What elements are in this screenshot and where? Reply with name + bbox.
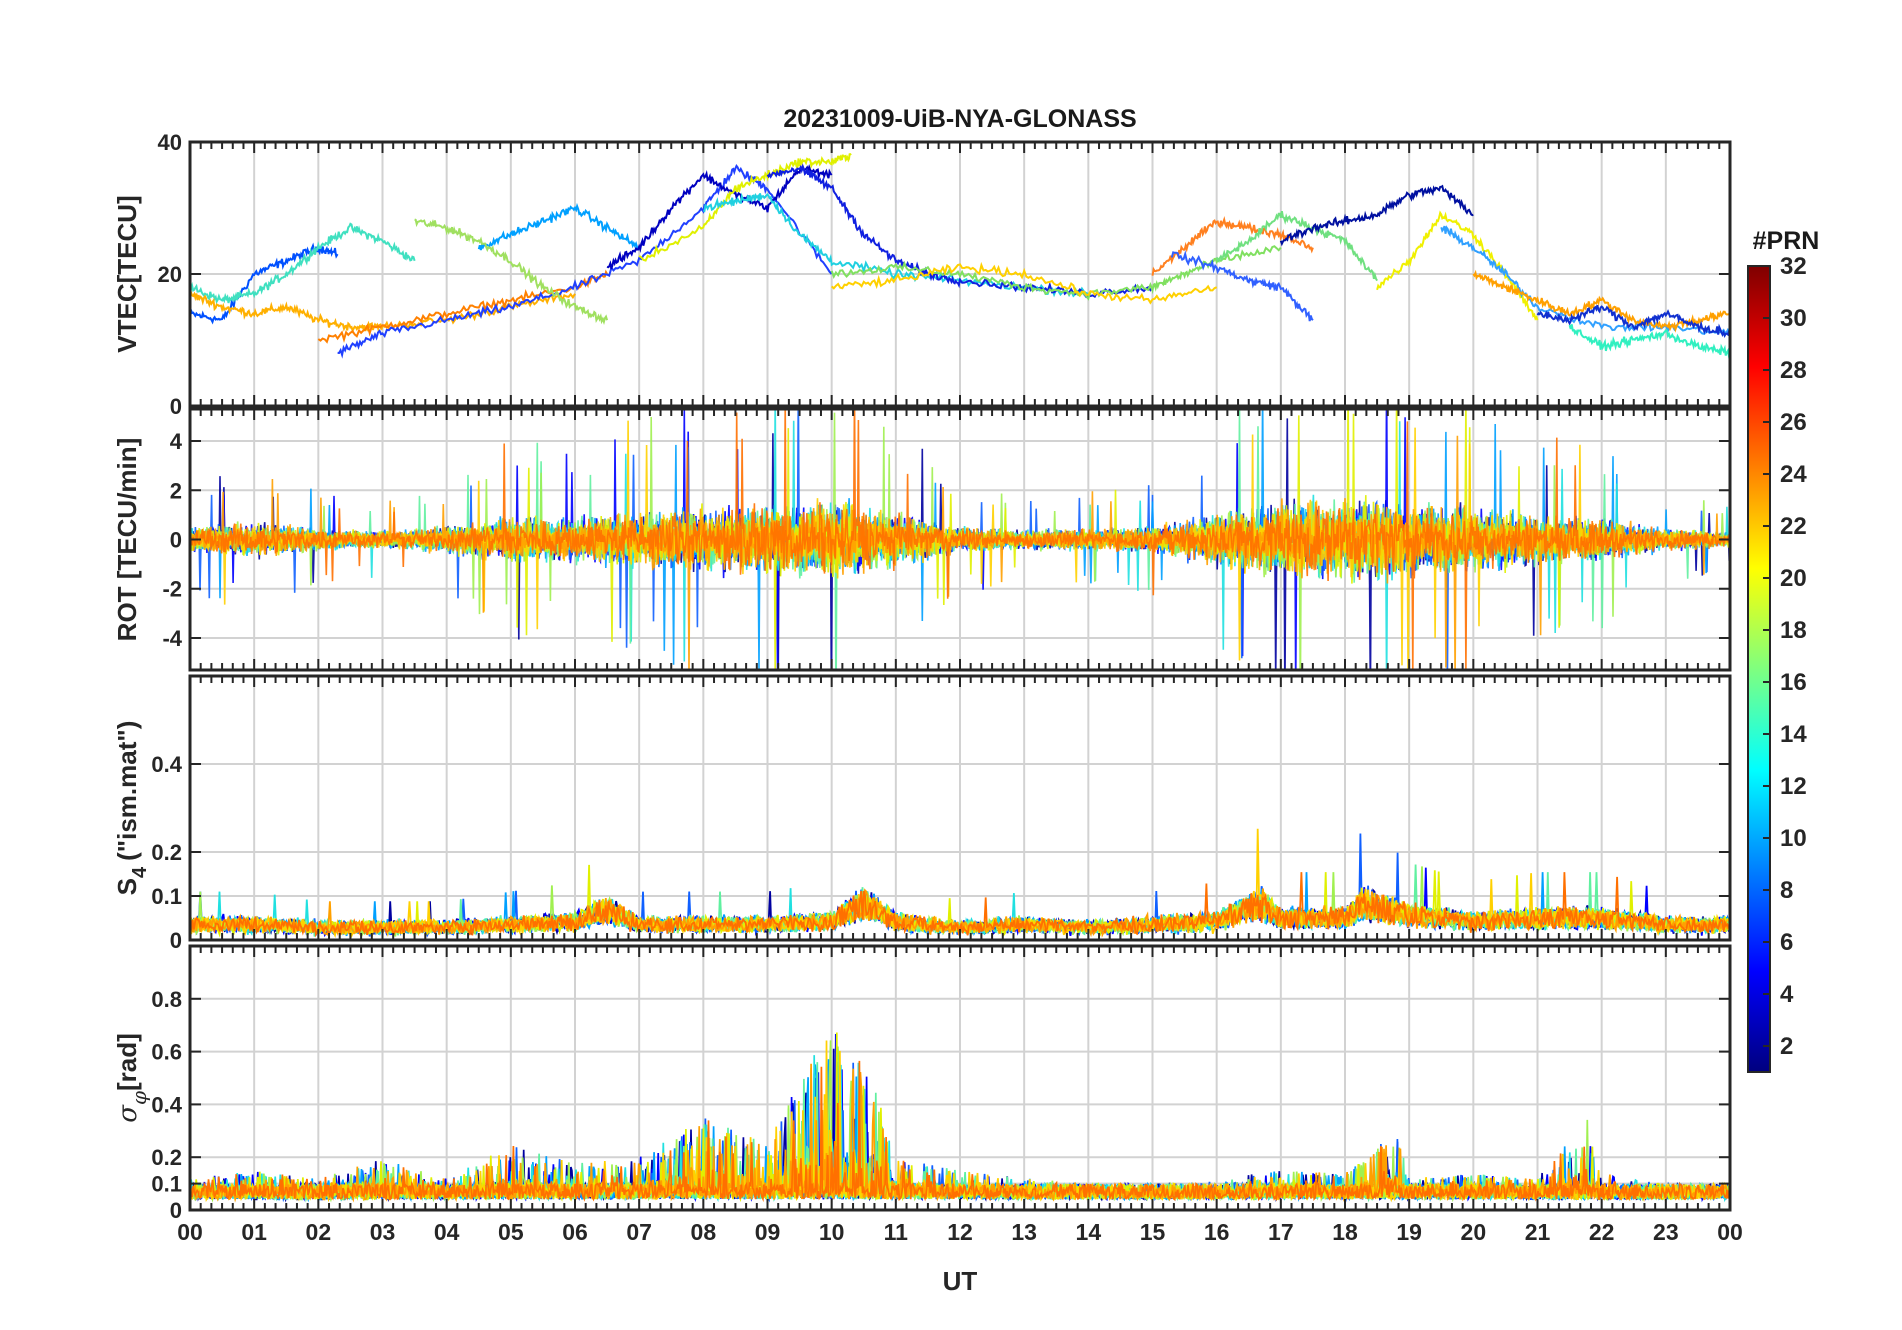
x-tick-label: 07 <box>626 1219 652 1245</box>
panel-rot: -4 -2 0 2 4 ROT [TECU/min] <box>112 407 1732 672</box>
colorbar-tick-label: 24 <box>1780 461 1807 488</box>
y-axis-label-part: [rad] <box>112 1033 142 1091</box>
colorbar-tick-label: 26 <box>1780 409 1807 436</box>
vtec-series-line-17 <box>1279 184 1474 247</box>
x-tick-label: 09 <box>755 1219 781 1245</box>
colorbar-tick-label: 18 <box>1780 617 1807 644</box>
x-tick-label: 00 <box>1717 1219 1743 1245</box>
panel-vtec: 0 20 40 VTEC[TECU] <box>112 130 1732 419</box>
x-tick-label: 10 <box>819 1219 845 1245</box>
y-tick-labels-s4: 0 0.1 0.2 0.4 <box>151 752 182 953</box>
y-tick-label: 40 <box>158 130 182 155</box>
x-tick-label: 22 <box>1589 1219 1615 1245</box>
panel-sigma_phi: 00.10.20.40.60.8σφ[rad] <box>112 944 1732 1223</box>
colorbar-tick-label: 6 <box>1780 929 1793 956</box>
colorbar-tick-label: 12 <box>1780 773 1807 800</box>
x-tick-label: 11 <box>884 1219 909 1245</box>
colorbar-tick-label: 32 <box>1780 253 1807 280</box>
y-tick-label: 0.2 <box>151 1145 182 1170</box>
colorbar-tick-label: 14 <box>1780 721 1807 748</box>
panel-s4: 0 0.1 0.2 0.4 S4 ("ism.mat") <box>112 674 1732 953</box>
y-tick-label: 0.6 <box>151 1040 182 1065</box>
y-tick-label: 2 <box>170 478 182 503</box>
y-tick-labels-rot: -4 -2 0 2 4 <box>162 429 182 651</box>
x-tick-label: 15 <box>1140 1219 1166 1245</box>
y-tick-labels-vtec: 0 20 40 <box>158 130 182 419</box>
y-axis-label-rot: ROT [TECU/min] <box>112 438 142 642</box>
y-tick-label: 0 <box>170 528 182 553</box>
x-tick-labels: 00 01 02 03 04 05 06 07 08 09 10 11 12 13 14 15 16 17 18 19… <box>177 1219 1743 1245</box>
y-tick-label: 0 <box>170 928 182 953</box>
x-tick-label: 19 <box>1396 1219 1422 1245</box>
x-tick-label: 05 <box>498 1219 524 1245</box>
colorbar-tick-label: 2 <box>1780 1033 1793 1060</box>
x-tick-label: 01 <box>241 1219 267 1245</box>
colorbar-gradient <box>1747 265 1771 1073</box>
colorbar: #PRN 2468101214161820222426283032 <box>1747 227 1820 1073</box>
colorbar-tick-label: 10 <box>1780 825 1807 852</box>
x-tick-label: 21 <box>1525 1219 1551 1245</box>
y-tick-label: 0.4 <box>151 1092 182 1117</box>
x-tick-label: 14 <box>1076 1219 1102 1245</box>
y-axis-label-part: 4 <box>129 866 151 878</box>
x-tick-label: 06 <box>562 1219 588 1245</box>
vtec-series-line-9 <box>638 153 852 262</box>
x-tick-label: 20 <box>1461 1219 1487 1245</box>
x-tick-label: 04 <box>434 1219 460 1245</box>
y-tick-label: 0 <box>170 394 182 419</box>
y-tick-label: 20 <box>158 262 182 287</box>
y-tick-label: 0.1 <box>151 1172 182 1197</box>
vtec-series-line-14 <box>1151 215 1314 276</box>
colorbar-label: #PRN <box>1753 227 1820 255</box>
y-tick-label: 4 <box>170 429 183 454</box>
vtec-series-line-15 <box>1170 250 1314 322</box>
colorbar-tick-label: 28 <box>1780 357 1807 384</box>
colorbar-tick-label: 20 <box>1780 565 1807 592</box>
vtec-series-line-4 <box>317 269 608 344</box>
y-tick-labels-sigma_phi: 00.10.20.40.60.8 <box>151 987 182 1223</box>
y-axis-label-part: S <box>112 878 142 895</box>
x-tick-label: 08 <box>691 1219 717 1245</box>
figure-title: 20231009-UiB-NYA-GLONASS <box>783 105 1136 133</box>
y-axis-label-vtec: VTEC[TECU] <box>112 195 142 352</box>
vtec-series-line-2 <box>190 222 416 305</box>
y-tick-label: 0.8 <box>151 987 182 1012</box>
y-tick-label: 0.2 <box>151 840 182 865</box>
x-tick-label: 23 <box>1653 1219 1679 1245</box>
x-tick-label: 12 <box>947 1219 973 1245</box>
vtec-series-line-6 <box>477 202 640 251</box>
colorbar-tick-label: 30 <box>1780 305 1807 332</box>
y-axis-label-sigma_phi: σφ[rad] <box>112 1033 151 1123</box>
y-axis-label-part: ("ism.mat") <box>112 721 142 861</box>
vtec-series-line-18 <box>1376 210 1539 321</box>
grid-s4 <box>190 676 1730 941</box>
y-tick-label: 0.1 <box>151 884 182 909</box>
grid-sigma_phi <box>190 946 1730 1211</box>
y-axis-label-part: φ <box>127 1091 151 1105</box>
x-tick-label: 02 <box>306 1219 332 1245</box>
colorbar-tick-label: 16 <box>1780 669 1807 696</box>
y-tick-label: 0.4 <box>151 752 182 777</box>
x-tick-label: 03 <box>370 1219 396 1245</box>
vtec-series-line-8 <box>606 163 833 270</box>
y-axis-label-part: σ <box>113 1104 143 1123</box>
colorbar-tick-label: 8 <box>1780 877 1793 904</box>
y-tick-label: -4 <box>162 626 182 651</box>
figure: 20231009-UiB-NYA-GLONASS 02040VTEC[TECU]… <box>112 105 1820 1296</box>
colorbar-tick-label: 22 <box>1780 513 1807 540</box>
vtec-series-line-19 <box>1440 225 1730 336</box>
x-tick-label: 16 <box>1204 1219 1230 1245</box>
x-tick-label: 13 <box>1011 1219 1037 1245</box>
x-tick-label: 17 <box>1268 1219 1294 1245</box>
colorbar-tick-label: 4 <box>1780 981 1794 1008</box>
x-tick-label: 00 <box>177 1219 203 1245</box>
x-tick-label: 18 <box>1332 1219 1358 1245</box>
x-axis-label: UT <box>943 1266 978 1296</box>
y-tick-label: -2 <box>162 577 182 602</box>
y-axis-label-s4: S4 ("ism.mat") <box>112 721 151 896</box>
